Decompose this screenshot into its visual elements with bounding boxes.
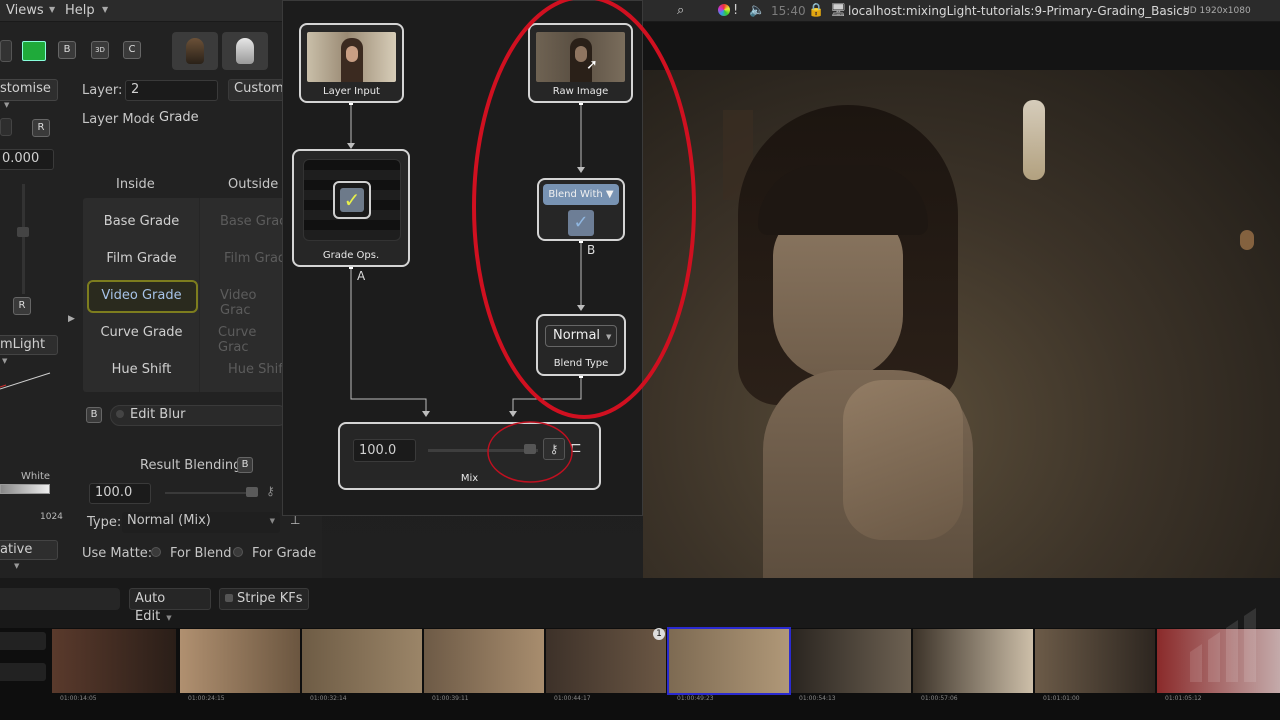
stripe-kfs-checkbox-icon bbox=[225, 594, 233, 602]
clip-thumbnail-8[interactable] bbox=[913, 629, 1033, 693]
clip-timecode-3: 01:00:32:14 bbox=[310, 695, 347, 702]
clip-timecode-6: 01:00:49:23 bbox=[677, 695, 714, 702]
bottom-toolbar: Auto Edit ▼ Stripe KFs bbox=[0, 578, 1280, 628]
auto-edit-label: Auto Edit bbox=[135, 591, 166, 624]
clip-timecode-9: 01:01:01:00 bbox=[1043, 695, 1080, 702]
clip-thumbnail-3[interactable] bbox=[302, 629, 422, 693]
clip-timecode-8: 01:00:57:06 bbox=[921, 695, 958, 702]
clip-thumbnail-1[interactable] bbox=[52, 629, 176, 693]
filmstrip-dropdown-2[interactable] bbox=[0, 663, 46, 681]
stripe-kfs-button[interactable]: Stripe KFs bbox=[219, 588, 309, 610]
filmstrip-dropdown-1[interactable] bbox=[0, 632, 46, 650]
clip-thumbnail-5[interactable] bbox=[546, 629, 666, 693]
clip-thumbnail-9[interactable] bbox=[1035, 629, 1155, 693]
watermark-logo bbox=[1190, 608, 1256, 682]
clip-thumbnail-2[interactable] bbox=[180, 629, 300, 693]
clip-thumbnail-6-selected[interactable] bbox=[667, 627, 791, 695]
clip-thumbnail-4[interactable] bbox=[424, 629, 544, 693]
clip-timecode-7: 01:00:54:13 bbox=[799, 695, 836, 702]
annotation-ellipse-small bbox=[487, 421, 573, 483]
clip-badge: 1 bbox=[653, 628, 665, 640]
clip-timecode-10: 01:01:05:12 bbox=[1165, 695, 1202, 702]
clip-timecode-2: 01:00:24:15 bbox=[188, 695, 225, 702]
clip-timecode-4: 01:00:39:11 bbox=[432, 695, 469, 702]
chevron-down-icon: ▼ bbox=[166, 614, 172, 622]
annotation-ellipse-large bbox=[472, 0, 696, 419]
auto-edit-dropdown[interactable]: Auto Edit ▼ bbox=[129, 588, 211, 624]
clip-thumbnail-7[interactable] bbox=[791, 629, 911, 693]
clip-timecode-1: 01:00:14:05 bbox=[60, 695, 97, 702]
bottom-left-field[interactable] bbox=[0, 588, 120, 610]
stripe-kfs-label: Stripe KFs bbox=[237, 591, 303, 606]
clip-timecode-5: 01:00:44:17 bbox=[554, 695, 591, 702]
